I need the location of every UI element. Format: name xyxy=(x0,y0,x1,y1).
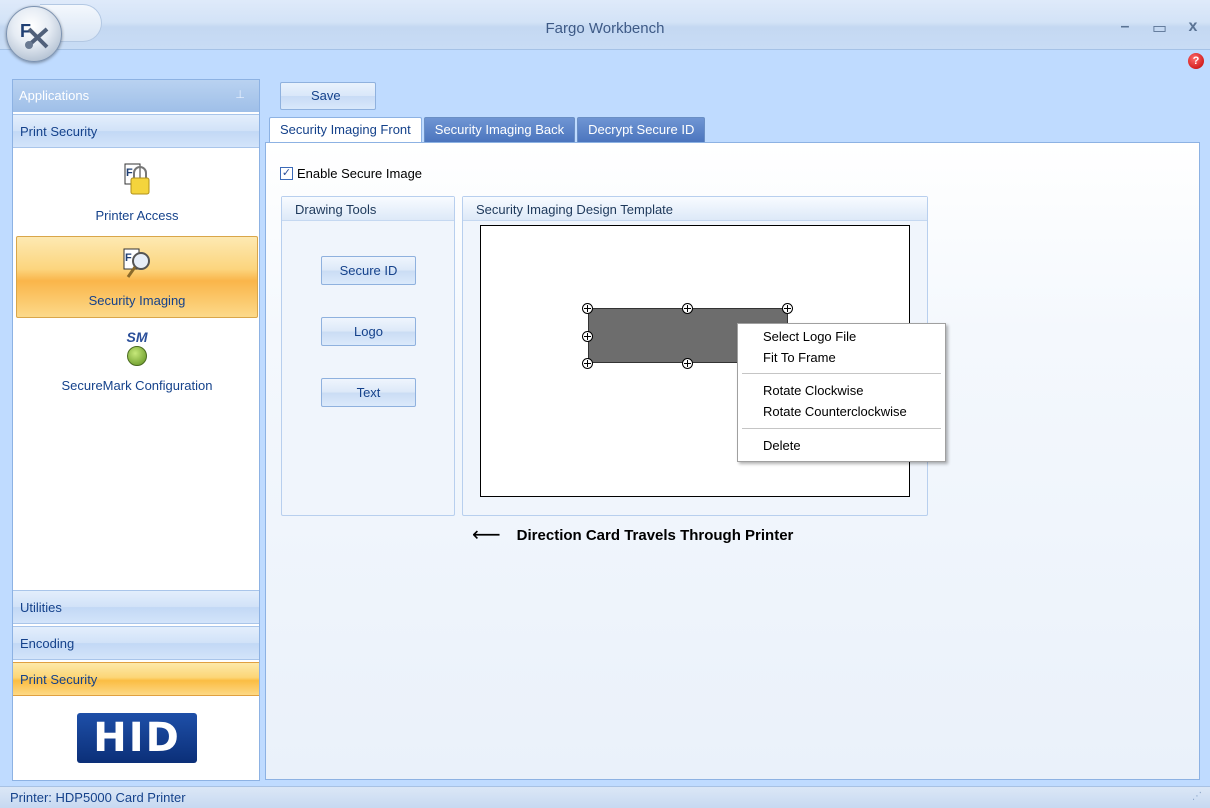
sidebar-section-print-security[interactable]: Print Security xyxy=(13,662,259,696)
menu-item-delete[interactable]: Delete xyxy=(763,437,801,455)
sidebar-section-utilities[interactable]: Utilities xyxy=(13,590,259,624)
minimize-icon[interactable]: – xyxy=(1118,18,1132,38)
text-button[interactable]: Text xyxy=(321,378,416,407)
sidebar-header-label: Applications xyxy=(19,88,90,103)
direction-caption: ⟵ Direction Card Travels Through Printer xyxy=(472,524,794,546)
resize-handle[interactable] xyxy=(682,303,693,314)
app-menu-orb[interactable]: F xyxy=(6,6,62,62)
save-button[interactable]: Save xyxy=(280,82,376,110)
securemark-badge: SM xyxy=(126,329,148,345)
sidebar-section-title[interactable]: Print Security xyxy=(13,114,259,148)
resize-handle[interactable] xyxy=(782,303,793,314)
enable-secure-image-checkbox[interactable]: ✓ xyxy=(280,167,293,180)
secure-id-button[interactable]: Secure ID xyxy=(321,256,416,285)
drawing-tools-group: Drawing Tools Secure ID Logo Text xyxy=(281,196,455,516)
logo-button[interactable]: Logo xyxy=(321,317,416,346)
pin-icon[interactable]: ⊥ xyxy=(235,88,245,101)
navigation-pane: Applications ⊥ Print Security F Printer … xyxy=(12,79,260,781)
sidebar-item-label: SecureMark Configuration xyxy=(61,378,213,393)
menu-separator xyxy=(742,373,941,374)
menu-item-select-logo-file[interactable]: Select Logo File xyxy=(763,328,856,346)
context-menu: Select Logo File Fit To Frame Rotate Clo… xyxy=(737,323,946,462)
menu-item-rotate-clockwise[interactable]: Rotate Clockwise xyxy=(763,382,863,400)
resize-handle[interactable] xyxy=(582,331,593,342)
status-bar: Printer: HDP5000 Card Printer ⋰ xyxy=(0,786,1210,808)
resize-handle[interactable] xyxy=(582,303,593,314)
hid-logo: HID xyxy=(77,713,197,763)
tab-security-imaging-back[interactable]: Security Imaging Back xyxy=(423,117,576,143)
design-template-title: Security Imaging Design Template xyxy=(463,197,927,221)
securemark-icon: SM xyxy=(117,330,157,366)
menu-item-fit-to-frame[interactable]: Fit To Frame xyxy=(763,349,836,367)
sidebar-item-security-imaging[interactable]: F Security Imaging xyxy=(16,236,258,318)
lock-icon: F xyxy=(122,162,152,199)
drawing-tools-title: Drawing Tools xyxy=(282,197,454,221)
sidebar-item-label: Printer Access xyxy=(95,208,179,223)
svg-text:F: F xyxy=(125,252,132,264)
status-text: Printer: HDP5000 Card Printer xyxy=(10,790,186,805)
direction-label: Direction Card Travels Through Printer xyxy=(516,527,794,544)
window-controls: – ▭ x xyxy=(1118,18,1200,38)
maximize-icon[interactable]: ▭ xyxy=(1152,18,1167,38)
svg-text:F: F xyxy=(126,167,133,179)
tools-icon: F xyxy=(20,21,49,49)
enable-secure-image-label: Enable Secure Image xyxy=(297,166,423,181)
sidebar-item-securemark-configuration[interactable]: SM SecureMark Configuration xyxy=(16,320,258,402)
sidebar-item-printer-access[interactable]: F Printer Access xyxy=(16,152,258,234)
tab-security-imaging-front[interactable]: Security Imaging Front xyxy=(269,117,422,144)
tab-strip: Security Imaging Front Security Imaging … xyxy=(269,117,707,144)
left-arrow-icon: ⟵ xyxy=(472,524,501,546)
tab-decrypt-secure-id[interactable]: Decrypt Secure ID xyxy=(577,117,706,143)
enable-secure-image-row[interactable]: ✓ Enable Secure Image xyxy=(280,166,422,181)
sidebar-item-label: Security Imaging xyxy=(88,293,186,308)
resize-grip-icon[interactable]: ⋰ xyxy=(1192,791,1202,802)
sidebar-header: Applications ⊥ xyxy=(13,80,259,112)
magnifier-icon: F xyxy=(120,247,154,284)
menu-item-rotate-counterclockwise[interactable]: Rotate Counterclockwise xyxy=(763,403,907,421)
close-icon[interactable]: x xyxy=(1186,18,1200,38)
title-bar: Fargo Workbench – ▭ x xyxy=(0,0,1210,50)
window-title: Fargo Workbench xyxy=(545,20,665,37)
resize-handle[interactable] xyxy=(682,358,693,369)
sidebar-section-encoding[interactable]: Encoding xyxy=(13,626,259,660)
help-icon[interactable]: ? xyxy=(1188,53,1204,69)
menu-separator xyxy=(742,428,941,429)
resize-handle[interactable] xyxy=(582,358,593,369)
